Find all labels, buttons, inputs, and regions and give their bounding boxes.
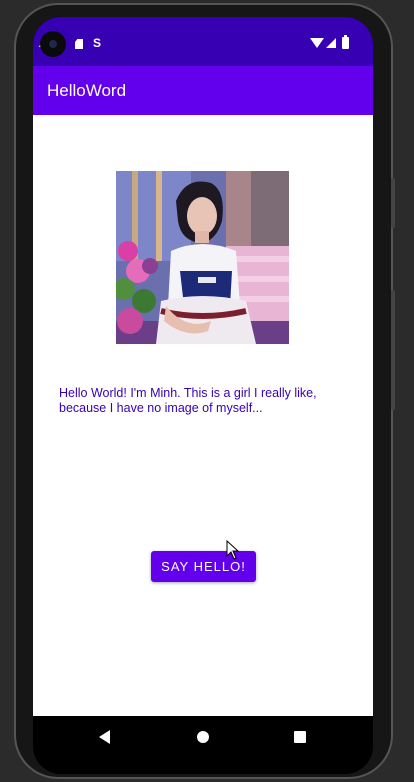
status-bar: 4 S <box>33 17 373 66</box>
battery-icon <box>342 35 349 49</box>
say-hello-button[interactable]: SAY HELLO! <box>151 551 256 582</box>
front-camera <box>40 31 66 57</box>
app-title: HelloWord <box>47 81 127 100</box>
main-content: Hello World! I'm Minh. This is a girl I … <box>33 115 373 716</box>
greeting-text: Hello World! I'm Minh. This is a girl I … <box>59 386 317 415</box>
phone-screen: 4 S HelloWord <box>33 17 373 774</box>
back-icon[interactable] <box>99 730 110 744</box>
sd-card-icon <box>75 39 83 49</box>
app-bar: HelloWord <box>33 66 373 115</box>
s-icon: S <box>93 36 102 50</box>
power-button <box>391 178 395 228</box>
wifi-icon <box>310 38 324 48</box>
volume-button <box>391 290 395 410</box>
home-icon[interactable] <box>197 731 209 743</box>
mouse-cursor-icon <box>226 540 240 560</box>
signal-icon <box>326 38 336 48</box>
recents-icon[interactable] <box>294 731 306 743</box>
profile-image <box>116 171 289 344</box>
navigation-bar <box>33 716 373 774</box>
